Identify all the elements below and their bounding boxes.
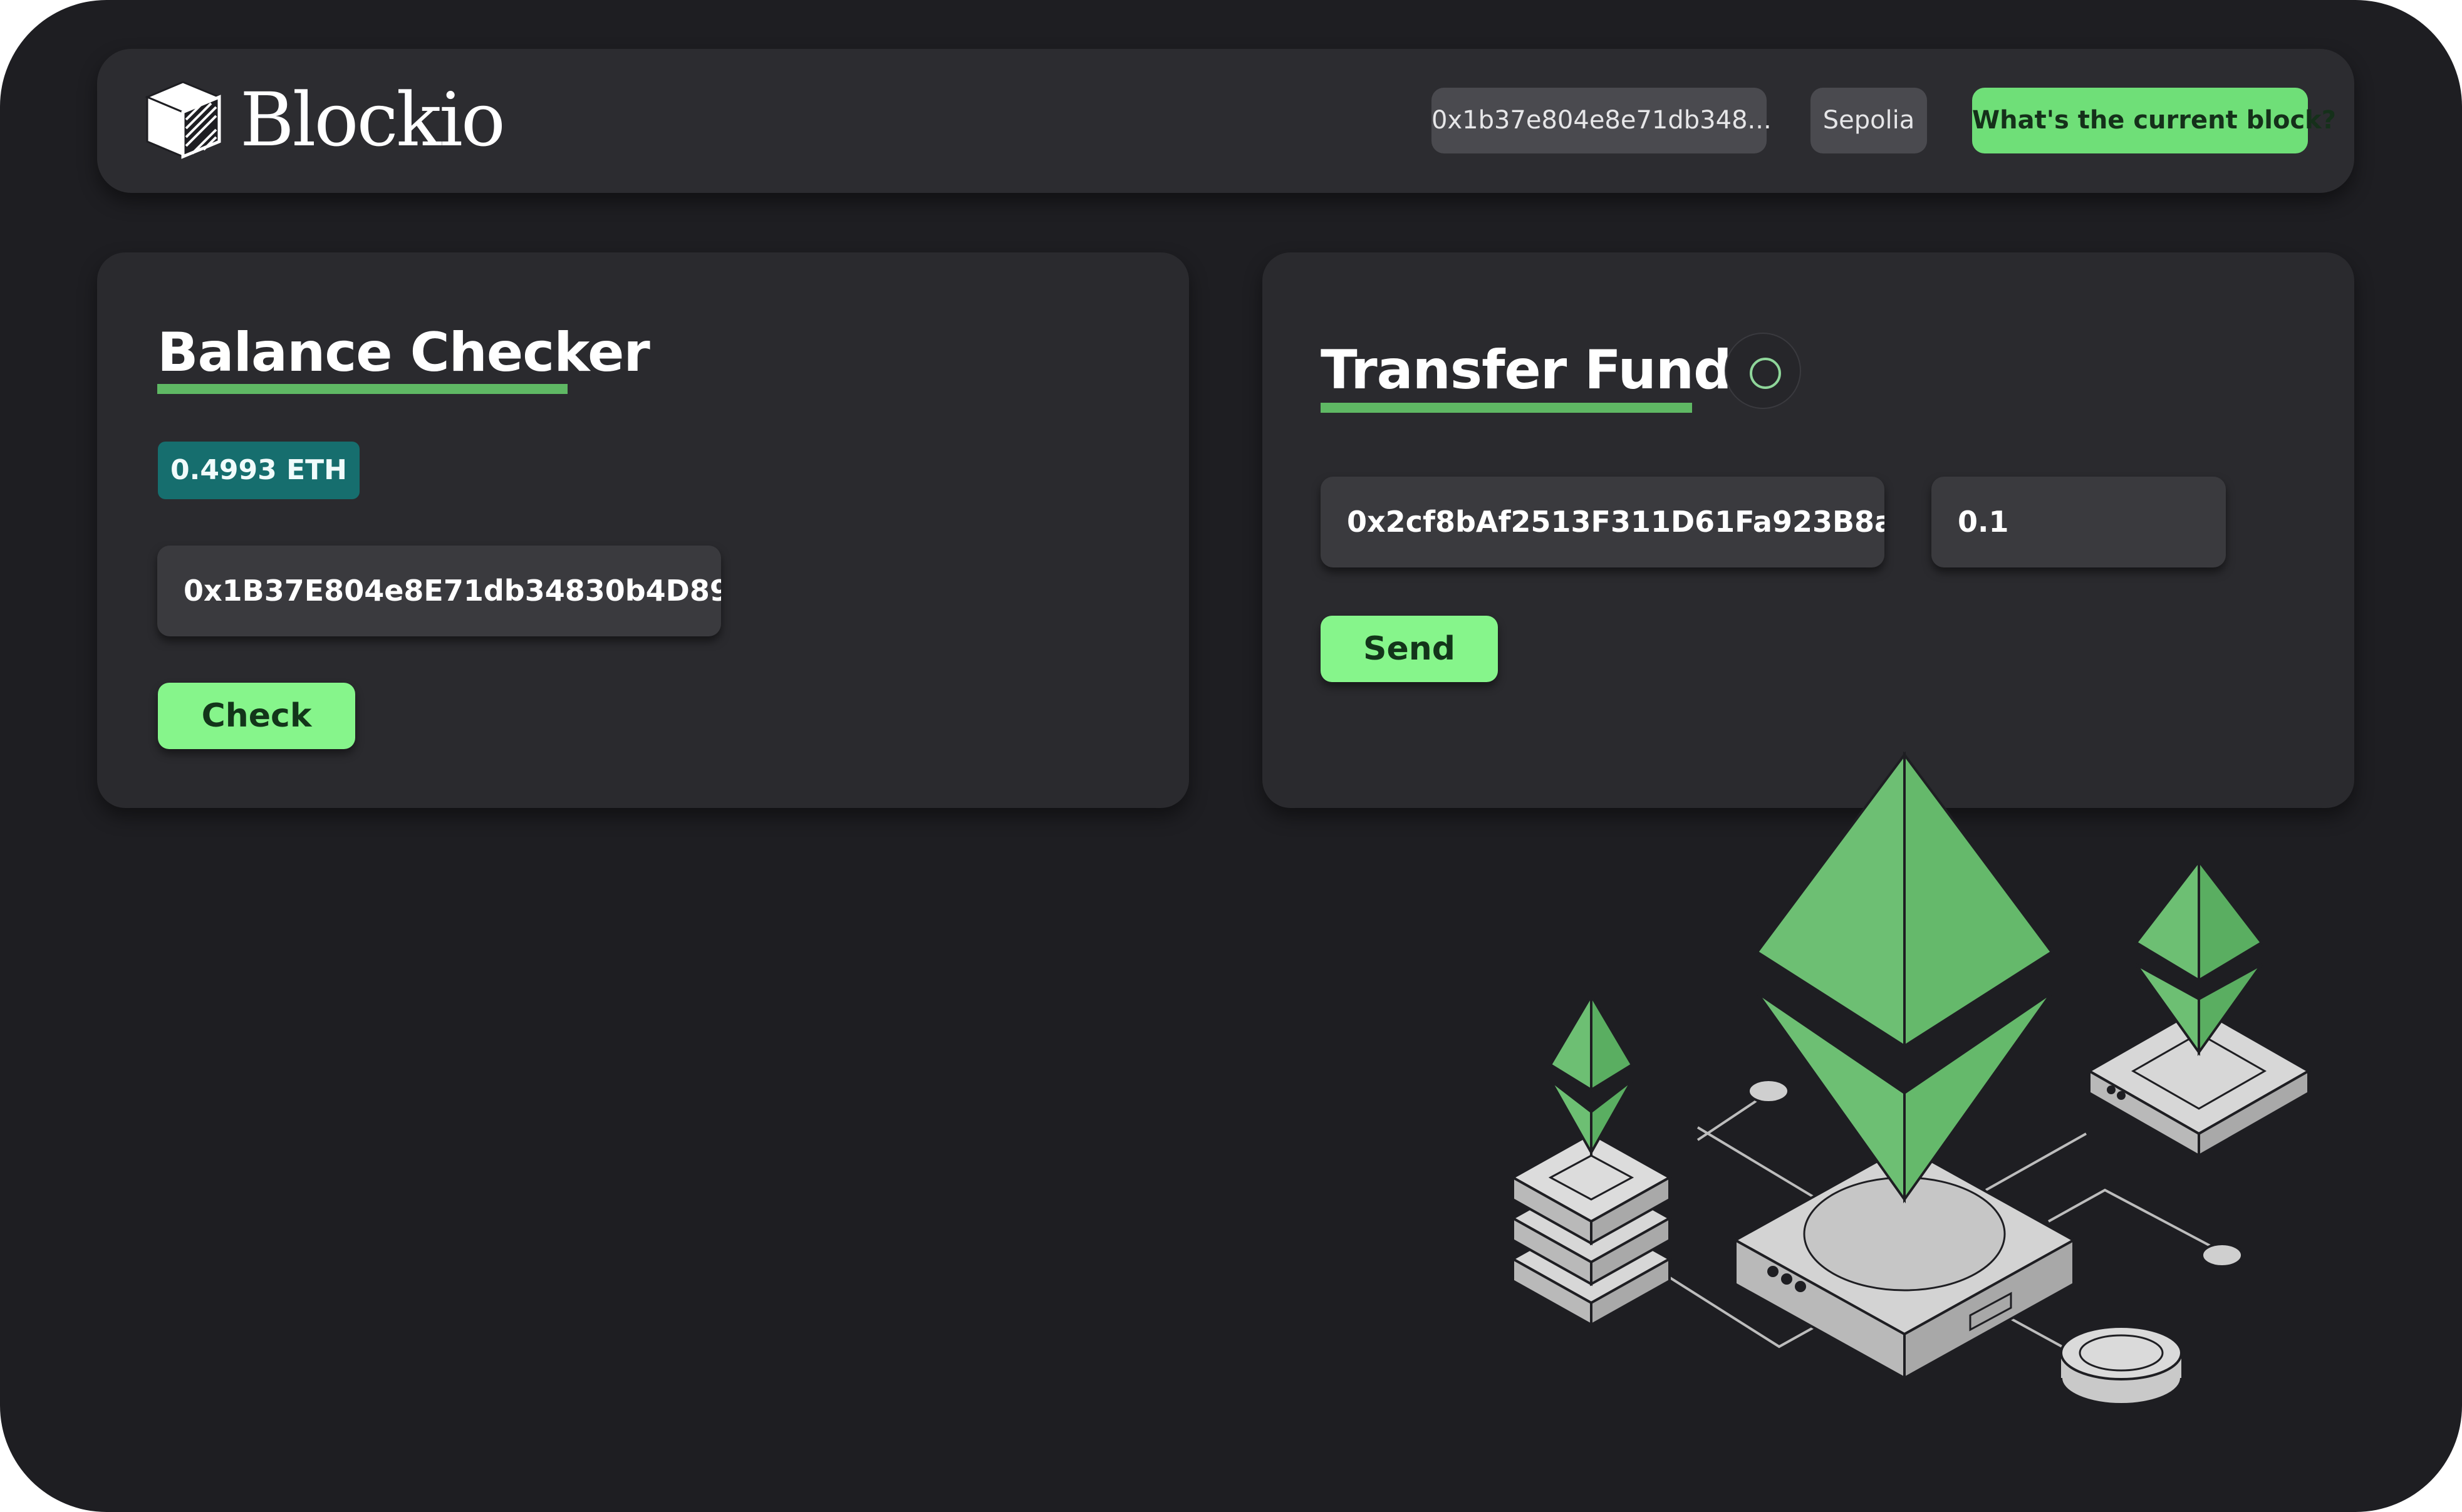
- ethereum-icon-small-right: [2134, 857, 2263, 1057]
- title-underline: [157, 384, 568, 394]
- balance-checker-title: Balance Checker: [157, 321, 650, 384]
- ethereum-blockchain-illustration: [1510, 752, 2312, 1406]
- cube-icon: [145, 81, 222, 159]
- account-address-pill[interactable]: 0x1b37e804e8e71db348...: [1431, 88, 1772, 153]
- loading-spinner-icon: [1725, 333, 1801, 409]
- app-window: Blockio 0x1b37e804e8e71db348... Sepolia …: [0, 0, 2462, 1512]
- network-pill[interactable]: Sepolia: [1810, 88, 1927, 153]
- app-logo-text[interactable]: Blockio: [240, 73, 506, 167]
- check-button[interactable]: Check: [158, 683, 355, 749]
- transfer-funds-title: Transfer Funds: [1321, 339, 1763, 401]
- coin-icon: [2060, 1325, 2183, 1406]
- send-button[interactable]: Send: [1321, 616, 1498, 682]
- node-dot: [1747, 1079, 1790, 1104]
- balance-badge: 0.4993 ETH: [158, 442, 360, 499]
- ethereum-icon-small-left: [1549, 991, 1634, 1157]
- title-underline: [1321, 403, 1692, 413]
- top-navbar: Blockio 0x1b37e804e8e71db348... Sepolia …: [97, 49, 2354, 193]
- transfer-funds-card: Transfer Funds Send: [1262, 252, 2354, 808]
- server-stack-left: [1510, 1132, 1673, 1327]
- recipient-address-input[interactable]: [1321, 477, 1884, 567]
- balance-address-input[interactable]: [157, 546, 721, 636]
- amount-input[interactable]: [1931, 477, 2226, 567]
- current-block-button[interactable]: What's the current block?: [1972, 88, 2336, 153]
- ethereum-icon-large: [1755, 752, 2054, 1204]
- node-dot: [2201, 1243, 2243, 1268]
- balance-checker-card: Balance Checker 0.4993 ETH Check: [97, 252, 1189, 808]
